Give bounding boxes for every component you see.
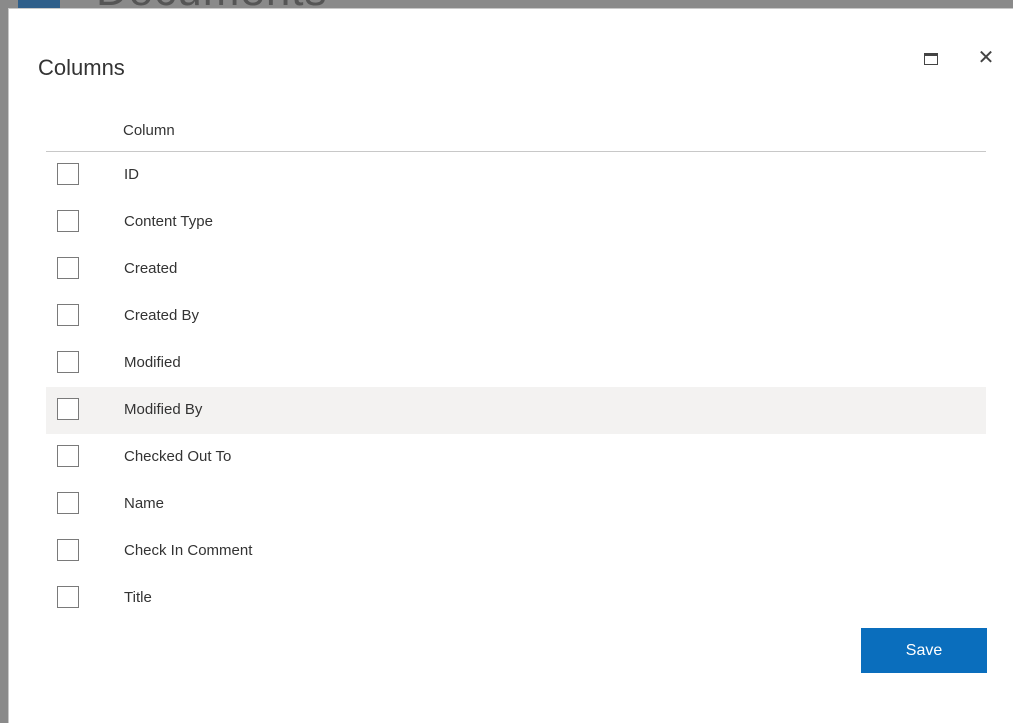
table-row: ID bbox=[46, 152, 986, 199]
column-header-label: Column bbox=[123, 122, 175, 139]
close-button[interactable]: ✕ bbox=[975, 47, 997, 69]
row-checkbox[interactable] bbox=[57, 257, 79, 279]
table-row: Check In Comment bbox=[46, 528, 986, 575]
row-label: Check In Comment bbox=[124, 542, 253, 559]
row-label: Content Type bbox=[124, 213, 213, 230]
row-label: Checked Out To bbox=[124, 448, 232, 465]
row-checkbox[interactable] bbox=[57, 445, 79, 467]
row-label: Created By bbox=[124, 307, 200, 324]
row-label: Title bbox=[124, 589, 152, 606]
row-checkbox[interactable] bbox=[57, 539, 79, 561]
table-row: Content Type bbox=[46, 199, 986, 246]
table-row: Modified bbox=[46, 340, 986, 387]
row-checkbox[interactable] bbox=[57, 163, 79, 185]
save-button[interactable]: Save bbox=[861, 628, 987, 673]
table-row-hovered: Modified By bbox=[46, 387, 986, 434]
table-row: Checked Out To bbox=[46, 434, 986, 481]
table-row: Title bbox=[46, 575, 986, 622]
maximize-icon bbox=[924, 53, 938, 65]
table-header: Column bbox=[46, 118, 986, 152]
columns-dialog: Columns ✕ Column ID Content Type Created… bbox=[8, 8, 1013, 723]
dialog-title: Columns bbox=[38, 55, 125, 80]
row-checkbox[interactable] bbox=[57, 398, 79, 420]
row-label: ID bbox=[124, 166, 139, 183]
row-checkbox[interactable] bbox=[57, 304, 79, 326]
row-label: Modified By bbox=[124, 401, 203, 418]
row-checkbox[interactable] bbox=[57, 586, 79, 608]
row-checkbox[interactable] bbox=[57, 210, 79, 232]
row-checkbox[interactable] bbox=[57, 492, 79, 514]
table-row: Created bbox=[46, 246, 986, 293]
table-row: Created By bbox=[46, 293, 986, 340]
row-label: Created bbox=[124, 260, 178, 277]
row-label: Modified bbox=[124, 354, 181, 371]
close-icon: ✕ bbox=[977, 47, 995, 69]
row-checkbox[interactable] bbox=[57, 351, 79, 373]
row-label: Name bbox=[124, 495, 165, 512]
columns-table: Column ID Content Type Created Created B… bbox=[46, 118, 986, 622]
table-row: Name bbox=[46, 481, 986, 528]
maximize-button[interactable] bbox=[922, 50, 942, 70]
